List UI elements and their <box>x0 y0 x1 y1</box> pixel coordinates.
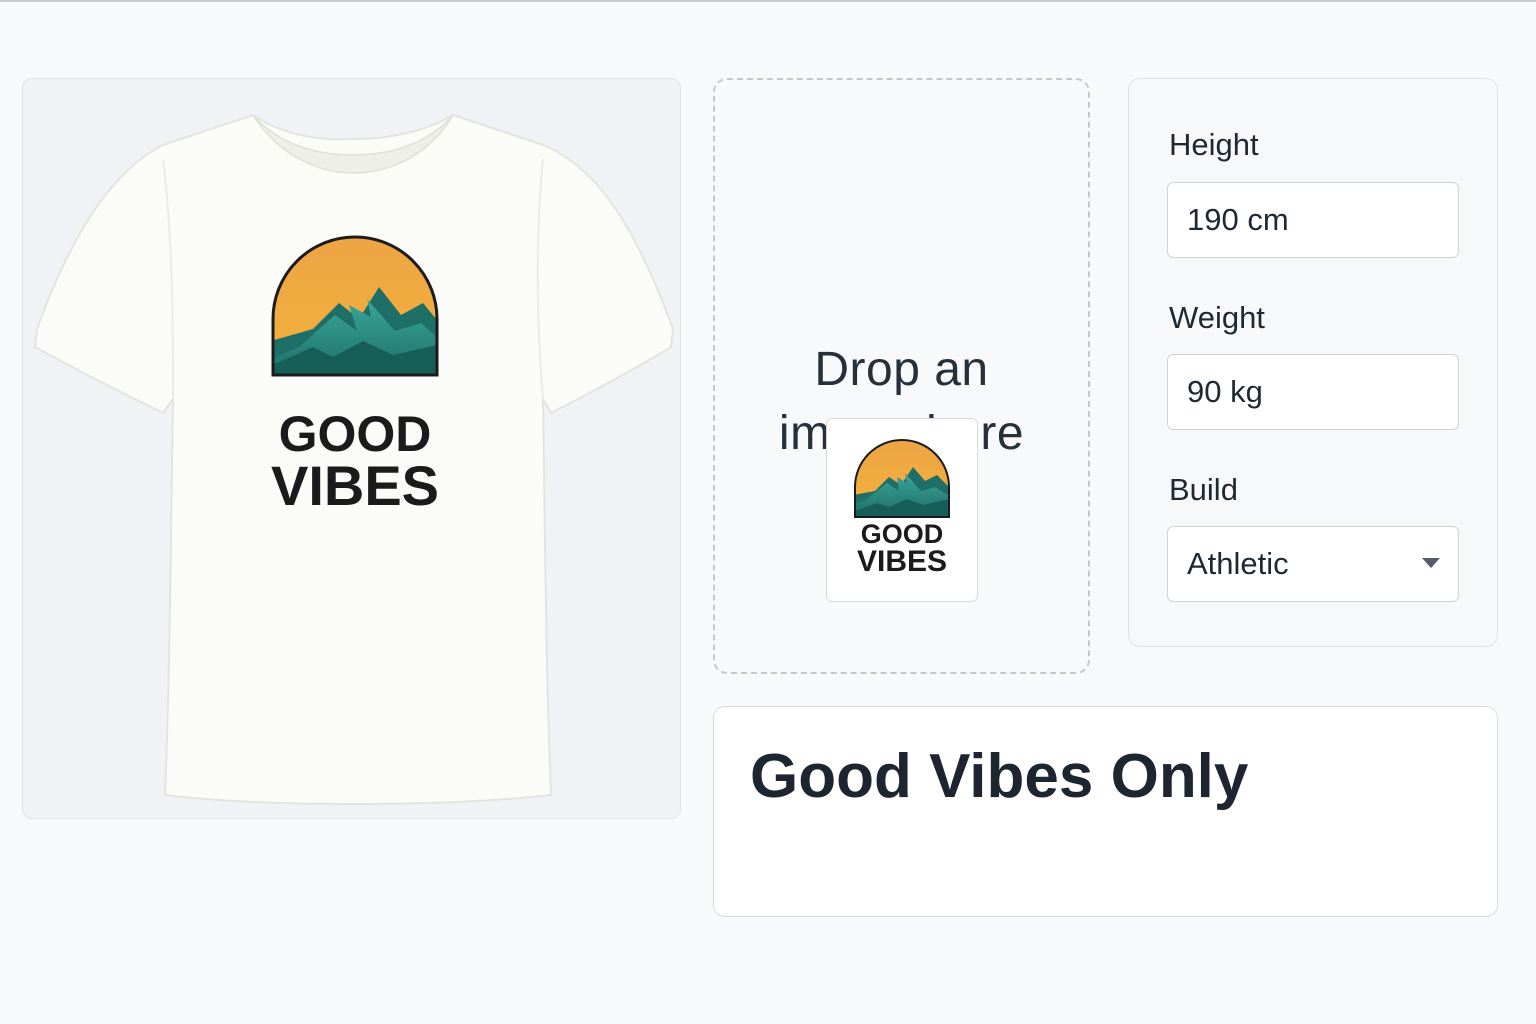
thumbnail-logo-line2: VIBES <box>857 545 947 578</box>
build-select-value: Athletic <box>1187 546 1289 581</box>
uploaded-design-thumbnail[interactable]: GOOD VIBES <box>826 418 978 602</box>
build-select[interactable]: Athletic <box>1167 526 1459 602</box>
shirt-logo: GOOD VIBES <box>271 235 439 517</box>
height-input[interactable]: 190 cm <box>1167 182 1459 258</box>
tshirt-image: GOOD VIBES <box>33 113 675 805</box>
window-top-border <box>0 0 1536 2</box>
weight-label: Weight <box>1169 300 1265 335</box>
measurements-panel: Height 190 cm Weight 90 kg Build Athleti… <box>1128 78 1498 647</box>
chevron-down-icon <box>1422 558 1440 568</box>
shirt-logo-line2: VIBES <box>271 454 439 517</box>
build-label: Build <box>1169 472 1238 507</box>
product-title: Good Vibes Only <box>750 742 1249 811</box>
dropzone-line1: Drop an <box>814 343 989 396</box>
weight-input[interactable]: 90 kg <box>1167 354 1459 430</box>
height-label: Height <box>1169 127 1259 162</box>
product-title-card: Good Vibes Only <box>713 706 1498 917</box>
image-dropzone[interactable]: Drop an image here GOOD VIBES <box>713 78 1090 674</box>
product-preview: GOOD VIBES <box>22 78 681 819</box>
design-thumbnail-image: GOOD VIBES <box>854 439 950 578</box>
